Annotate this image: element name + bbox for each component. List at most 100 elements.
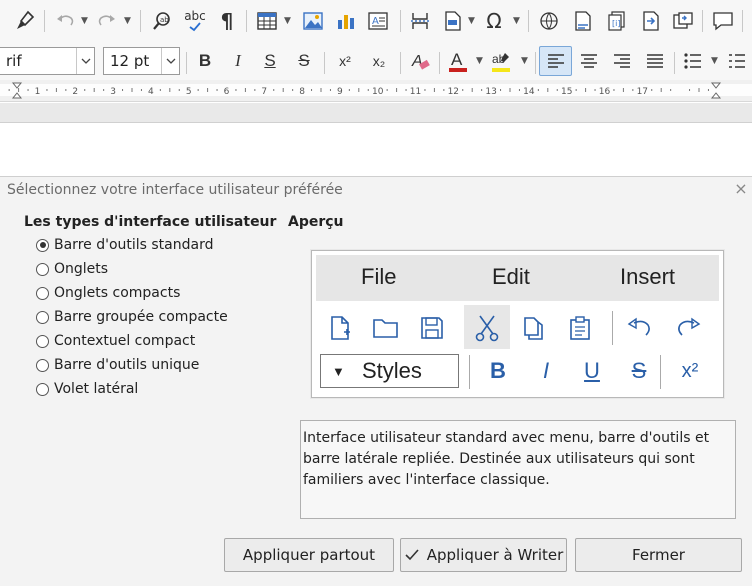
toolbar-separator [140,10,141,32]
ui-preview-image: File Edit Insert ▼ Styles B I U S x² [311,250,724,398]
toolbar-separator [186,52,187,74]
radio-button[interactable] [36,262,49,276]
justify-button[interactable] [642,48,668,74]
redo-icon[interactable] [94,8,120,34]
radio-tabbed[interactable]: Onglets [36,259,108,279]
document-background [0,103,752,123]
close-icon[interactable]: × [733,181,749,197]
radio-label: Volet latéral [54,381,139,397]
insert-table-icon[interactable] [254,8,280,34]
apply-to-writer-button[interactable]: Appliquer à Writer [400,538,567,572]
ui-description: Interface utilisateur standard avec menu… [300,420,736,519]
document-page[interactable] [0,124,752,174]
unordered-list-icon[interactable] [680,48,706,74]
radio-button[interactable] [36,382,49,396]
ruler-number: 11 [410,87,421,97]
insert-text-box-icon[interactable]: A [365,8,391,34]
apply-all-label: Appliquer partout [242,546,376,564]
italic-button[interactable]: I [226,47,250,75]
insert-bookmark-icon[interactable] [670,8,696,34]
insert-image-icon[interactable] [300,8,326,34]
ruler-number: 5 [186,87,192,97]
radio-button[interactable] [36,238,49,252]
chevron-down-icon[interactable] [161,48,179,74]
special-character-icon[interactable]: Ω [481,8,507,34]
clone-formatting-icon[interactable] [12,8,38,34]
radio-button[interactable] [36,334,49,348]
ruler-number: 13 [485,87,496,97]
superscript-button[interactable]: x² [332,47,358,75]
align-center-button[interactable] [576,48,602,74]
subscript-button[interactable]: x₂ [366,47,392,75]
insert-field-icon[interactable] [440,8,466,34]
insert-chart-icon[interactable] [333,8,359,34]
ruler-number: 4 [148,87,154,97]
align-left-button[interactable] [539,46,572,76]
toolbar-separator [702,10,703,32]
cross-reference-icon[interactable] [638,8,664,34]
radio-contextual-single[interactable]: Contextuel compact [36,331,195,351]
horizontal-ruler[interactable]: 1 2 3 4 5 6 7 8 9 10 11 12 13 14 15 16 17 [0,80,752,102]
chevron-down-icon[interactable] [76,48,94,74]
preview-separator [612,311,613,345]
ui-selection-dialog: Sélectionnez votre interface utilisateur… [0,176,752,586]
preview-styles-combo: ▼ Styles [320,354,459,388]
chevron-down-icon[interactable]: ▼ [81,16,88,26]
align-right-button[interactable] [609,48,635,74]
radio-tabbed-compact[interactable]: Onglets compacts [36,283,180,303]
paste-icon [566,313,594,343]
save-icon [417,313,447,343]
formatting-marks-icon[interactable]: ¶ [214,8,240,34]
ui-types-heading: Les types d'interface utilisateur [24,214,277,230]
radio-single-toolbar[interactable]: Barre d'outils unique [36,355,199,375]
apply-to-writer-label: Appliquer à Writer [426,546,564,564]
radio-button[interactable] [36,286,49,300]
radio-button[interactable] [36,358,49,372]
font-name-combo[interactable]: rif [0,47,95,75]
footnote-icon[interactable] [570,8,596,34]
highlight-color-icon[interactable]: ab [488,48,514,74]
apply-all-button[interactable]: Appliquer partout [224,538,394,572]
radio-standard-toolbar[interactable]: Barre d'outils standard [36,235,214,255]
radio-label: Barre groupée compacte [54,309,228,325]
endnote-icon[interactable]: [i] [604,8,630,34]
radio-sidebar[interactable]: Volet latéral [36,379,138,399]
radio-button[interactable] [36,310,49,324]
new-document-icon [326,313,354,343]
ruler-number: 12 [448,87,459,97]
font-size-combo[interactable]: 12 pt [103,47,180,75]
undo-icon[interactable] [52,8,78,34]
chevron-down-icon[interactable]: ▼ [284,16,291,26]
comment-icon[interactable] [710,8,736,34]
font-color-icon[interactable]: A [445,48,471,74]
hyperlink-icon[interactable] [536,8,562,34]
radio-label: Barre d'outils standard [54,237,214,253]
font-name-value: rif [6,52,22,70]
strikethrough-button[interactable]: S [292,47,316,75]
chevron-down-icon[interactable]: ▼ [468,16,475,26]
toolbar-separator [742,10,743,32]
radio-groupedbar-compact[interactable]: Barre groupée compacte [36,307,228,327]
chevron-down-icon[interactable]: ▼ [711,56,718,66]
toolbar-separator [246,10,247,32]
toolbar-separator [535,52,536,74]
chevron-down-icon[interactable]: ▼ [124,16,131,26]
page-break-icon[interactable] [407,8,433,34]
chevron-down-icon[interactable]: ▼ [521,56,528,66]
checkmark-icon [405,549,419,561]
find-replace-icon[interactable]: ab [149,8,175,34]
underline-button[interactable]: S [258,47,282,75]
ordered-list-icon[interactable] [724,48,750,74]
chevron-down-icon[interactable]: ▼ [513,16,520,26]
close-button[interactable]: Fermer [575,538,742,572]
clear-formatting-icon[interactable]: A [407,48,433,74]
chevron-down-icon[interactable]: ▼ [476,56,483,66]
spelling-icon[interactable]: abc [181,6,209,36]
preview-bold: B [490,358,506,383]
ruler-number: 3 [110,87,116,97]
bold-button[interactable]: B [193,47,217,75]
svg-text:A: A [451,50,463,69]
preview-heading: Aperçu [288,214,344,230]
standard-toolbar: ▼ ▼ ab abc ¶ ▼ A ▼ Ω ▼ [i] [0,0,752,44]
toolbar-separator [528,10,529,32]
